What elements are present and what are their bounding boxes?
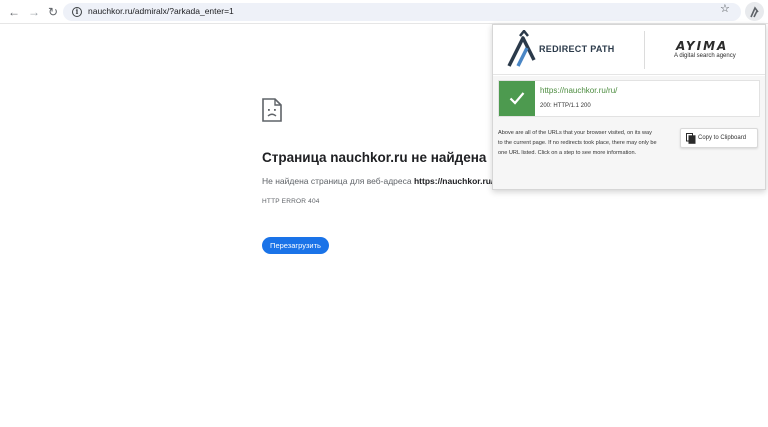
status-success-box	[499, 81, 535, 116]
redirect-path-brand: REDIRECT PATH	[539, 44, 615, 54]
reload-icon[interactable]: ↻	[45, 4, 61, 20]
reload-button[interactable]: Перезагрузить	[262, 237, 329, 254]
copy-to-clipboard-button[interactable]: Copy to Clipboard	[680, 128, 758, 148]
checkmark-icon	[509, 92, 525, 105]
redirect-path-extension-button[interactable]	[745, 2, 764, 21]
redirect-step-card[interactable]: https://nauchkor.ru/ru/ 200: HTTP/1.1 20…	[498, 80, 760, 117]
forward-arrow-icon[interactable]: →	[26, 4, 42, 20]
address-bar-url[interactable]: nauchkor.ru/admiralx/?arkada_enter=1	[88, 6, 234, 16]
header-divider	[644, 31, 645, 69]
copy-to-clipboard-label: Copy to Clipboard	[698, 135, 747, 141]
clipboard-icon	[686, 133, 696, 144]
ayima-logo[interactable]: AYIMA	[676, 39, 728, 53]
ayima-tagline: A digital search agency	[674, 53, 736, 59]
bookmark-star-icon[interactable]: ☆	[720, 3, 730, 15]
sad-document-icon	[262, 98, 282, 122]
error-title: Страница nauchkor.ru не найдена	[262, 150, 487, 165]
help-text: Above are all of the URLs that your brow…	[498, 130, 657, 156]
address-bar[interactable]: i nauchkor.ru/admiralx/?arkada_enter=1	[63, 3, 741, 21]
popup-body: https://nauchkor.ru/ru/ 200: HTTP/1.1 20…	[493, 76, 765, 189]
redirect-path-popup: REDIRECT PATH AYIMA A digital search age…	[492, 24, 766, 190]
site-info-icon[interactable]: i	[72, 7, 82, 17]
browser-toolbar: ← → ↻ i nauchkor.ru/admiralx/?arkada_ent…	[0, 0, 768, 24]
error-description: Не найдена страница для веб-адреса https…	[262, 176, 498, 186]
error-description-url: https://nauchkor.ru/a	[413, 176, 499, 186]
popup-header: REDIRECT PATH AYIMA A digital search age…	[493, 25, 765, 75]
redirect-step-url[interactable]: https://nauchkor.ru/ru/	[540, 86, 617, 95]
redirect-path-logo-icon	[507, 30, 536, 67]
redirect-step-status: 200: HTTP/1.1 200	[540, 103, 591, 109]
error-code: HTTP ERROR 404	[262, 198, 320, 205]
redirect-path-extension-icon	[750, 6, 759, 18]
error-description-text: Не найдена страница для веб-адреса	[262, 176, 414, 186]
back-arrow-icon[interactable]: ←	[6, 4, 22, 20]
